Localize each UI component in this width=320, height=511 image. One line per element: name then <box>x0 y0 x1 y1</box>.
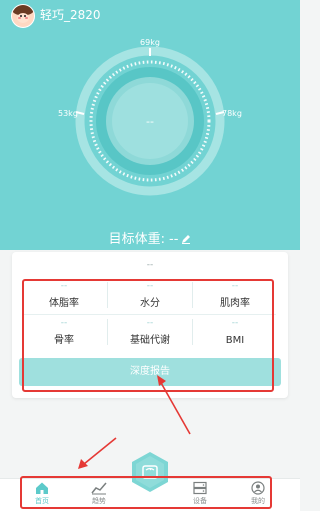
metric-label: 水分 <box>140 298 160 309</box>
gauge-tick-right: 78kg <box>222 109 242 118</box>
target-weight-value: -- <box>169 232 179 247</box>
deep-report-button[interactable]: 深度报告 <box>19 358 281 386</box>
tab-trend[interactable]: 趋势 <box>79 481 119 506</box>
metric-label: BMI <box>225 335 245 346</box>
gauge-value: -- <box>146 115 154 128</box>
metric-label: 肌肉率 <box>220 298 250 309</box>
target-weight-row[interactable]: 目标体重: -- <box>0 232 300 248</box>
metrics-grid: -- 体脂率 -- 水分 -- 肌肉率 -- 骨率 -- 基础代谢 -- BMI <box>22 278 276 350</box>
body-metrics-card: -- -- 体脂率 -- 水分 -- 肌肉率 -- 骨率 -- 基础代谢 -- … <box>12 252 288 398</box>
device-icon <box>193 481 207 495</box>
edit-pencil-icon[interactable] <box>181 234 191 244</box>
metric-bone[interactable]: -- 骨率 <box>22 317 106 348</box>
metric-label: 体脂率 <box>49 298 79 309</box>
tab-home[interactable]: 首页 <box>22 481 62 506</box>
user-icon <box>251 481 265 495</box>
weight-gauge: 69kg 53kg 78kg -- <box>58 38 242 196</box>
tab-device[interactable]: 设备 <box>180 481 220 506</box>
metric-label: 基础代谢 <box>130 335 170 346</box>
metric-label: 骨率 <box>54 335 74 346</box>
gauge-tick-top: 69kg <box>140 38 160 47</box>
arrow-to-tabbar <box>83 437 117 465</box>
metric-water[interactable]: -- 水分 <box>108 280 192 311</box>
arrow-head-tabbar <box>78 459 88 469</box>
trend-icon <box>91 482 107 495</box>
weigh-center-button[interactable] <box>130 451 170 493</box>
gauge-tick-left: 53kg <box>58 109 78 118</box>
metric-bmi[interactable]: -- BMI <box>193 317 277 348</box>
metric-bmr[interactable]: -- 基础代谢 <box>108 317 192 348</box>
tab-profile[interactable]: 我的 <box>238 481 278 506</box>
metric-body-fat[interactable]: -- 体脂率 <box>22 280 106 311</box>
metric-muscle[interactable]: -- 肌肉率 <box>193 280 277 311</box>
home-icon <box>36 482 48 494</box>
card-weight-value: -- <box>146 260 154 270</box>
target-weight-label: 目标体重: <box>108 232 165 247</box>
